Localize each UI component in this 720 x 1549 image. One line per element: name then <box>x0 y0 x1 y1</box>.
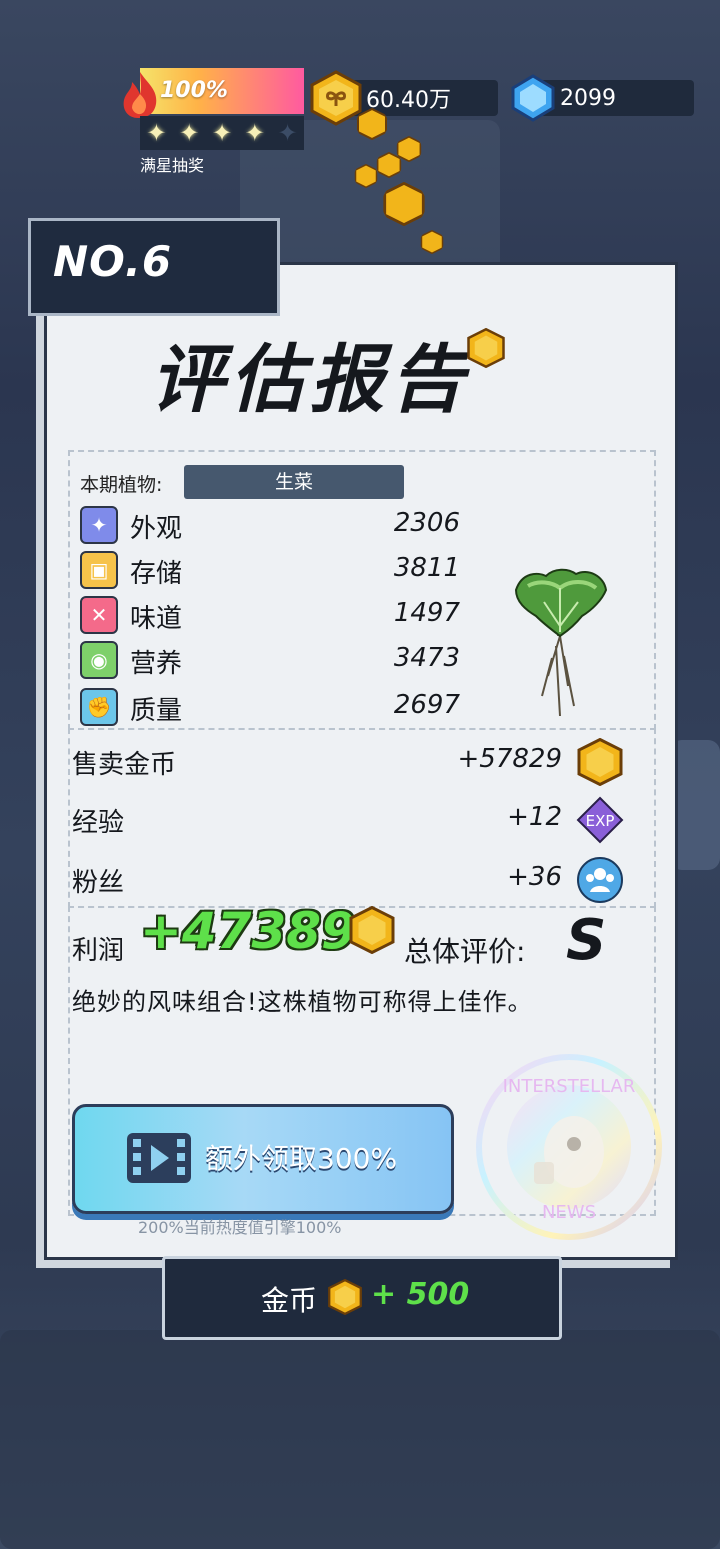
stat-row-storage: ▣ 存储 3811 <box>80 551 460 589</box>
coin-icon <box>354 164 378 188</box>
star-icon: ✦ <box>244 119 265 147</box>
lime-icon: ◉ <box>80 641 118 679</box>
watch-video-bonus-button[interactable]: 额外领取300% <box>72 1104 454 1214</box>
stat-row-appearance: ✦ 外观 2306 <box>80 506 460 544</box>
coin-icon <box>357 108 387 140</box>
coin-icon <box>420 230 444 254</box>
full-star-lottery-label[interactable]: 满星抽奖 <box>140 152 204 176</box>
stat-label: 味道 <box>130 604 183 634</box>
coin-icon <box>376 152 402 178</box>
video-button-label: 额外领取300% <box>205 1142 398 1175</box>
report-title: 评估报告 <box>150 337 470 423</box>
gold-coin-icon <box>310 70 362 126</box>
stat-row-quality: ✊ 质量 2697 <box>80 688 460 726</box>
overall-grade: S <box>566 908 607 973</box>
coin-icon <box>577 738 623 786</box>
stat-value: 2697 <box>393 690 460 720</box>
reward-label: 粉丝 <box>72 868 125 898</box>
fans-icon <box>577 857 623 903</box>
plant-name: 生菜 <box>184 465 404 499</box>
stat-row-nutrition: ◉ 营养 3473 <box>80 641 460 679</box>
bottom-reward-value: + 500 <box>371 1277 470 1312</box>
film-icon <box>127 1133 191 1183</box>
report-number-tag: NO.6 <box>28 218 280 316</box>
plant-label: 本期植物: <box>80 474 163 496</box>
stat-label: 外观 <box>130 514 183 544</box>
heat-bonus-note: 200%当前热度值引擎100% <box>138 1218 342 1237</box>
box-icon: ▣ <box>80 551 118 589</box>
reward-label: 售卖金币 <box>72 750 177 780</box>
stat-label: 质量 <box>130 696 183 726</box>
star-icon: ✦ <box>211 119 233 147</box>
stat-value: 3473 <box>393 643 460 673</box>
heat-progress-text: 100% <box>160 78 228 103</box>
reward-value: +57829 <box>457 744 563 774</box>
stat-value: 3811 <box>393 553 460 583</box>
gem-icon <box>511 74 555 122</box>
stat-label: 营养 <box>130 649 183 679</box>
star-icon-empty: ✦ <box>277 119 298 147</box>
coin-icon <box>349 906 395 954</box>
stat-label: 存储 <box>130 559 183 589</box>
heat-progress-bar: 100% <box>140 68 304 114</box>
reward-row-coins: 售卖金币 +57829 <box>72 738 628 786</box>
gem-counter[interactable]: 2099 <box>540 80 694 116</box>
star-rating: ✦ ✦ ✦ ✦ ✦ <box>140 116 304 150</box>
bottom-reward-label: 金币 <box>261 1284 318 1317</box>
reward-label: 经验 <box>72 808 125 838</box>
muscle-icon: ✊ <box>80 688 118 726</box>
svg-text:EXP: EXP <box>586 812 615 830</box>
stat-value: 2306 <box>393 508 460 538</box>
reward-row-exp: 经验 +12 EXP <box>72 796 628 844</box>
lettuce-illustration <box>514 568 608 717</box>
stamp-text-bottom: NEWS <box>542 1202 596 1223</box>
evaluation-comment: 绝妙的风味组合!这株植物可称得上佳作。 <box>72 988 533 1016</box>
coin-icon <box>467 328 505 368</box>
coin-icon <box>328 1279 362 1315</box>
profit-value: +47389 <box>140 902 356 960</box>
reward-value: +12 <box>507 802 562 832</box>
reward-row-fans: 粉丝 +36 <box>72 856 628 903</box>
bottom-reward-bar[interactable]: 金币 + 500 <box>162 1256 562 1340</box>
star-icon: ✦ <box>146 119 167 147</box>
interstellar-news-stamp: INTERSTELLAR NEWS <box>476 1054 662 1240</box>
stat-row-taste: ✕ 味道 1497 <box>80 596 460 634</box>
coin-icon <box>383 182 425 226</box>
report-number: NO.6 <box>53 237 173 286</box>
sparkle-icon: ✦ <box>80 506 118 544</box>
exp-icon: EXP <box>576 796 624 844</box>
gem-amount: 2099 <box>560 85 616 111</box>
stamp-text-top: INTERSTELLAR <box>503 1076 636 1097</box>
background-desk <box>0 1330 720 1549</box>
utensils-icon: ✕ <box>80 596 118 634</box>
profit-label: 利润 <box>72 936 125 966</box>
stat-value: 1497 <box>393 598 460 628</box>
overall-grade-label: 总体评价: <box>404 935 526 968</box>
reward-value: +36 <box>507 862 562 892</box>
star-icon: ✦ <box>179 119 200 147</box>
fire-icon <box>123 72 157 118</box>
